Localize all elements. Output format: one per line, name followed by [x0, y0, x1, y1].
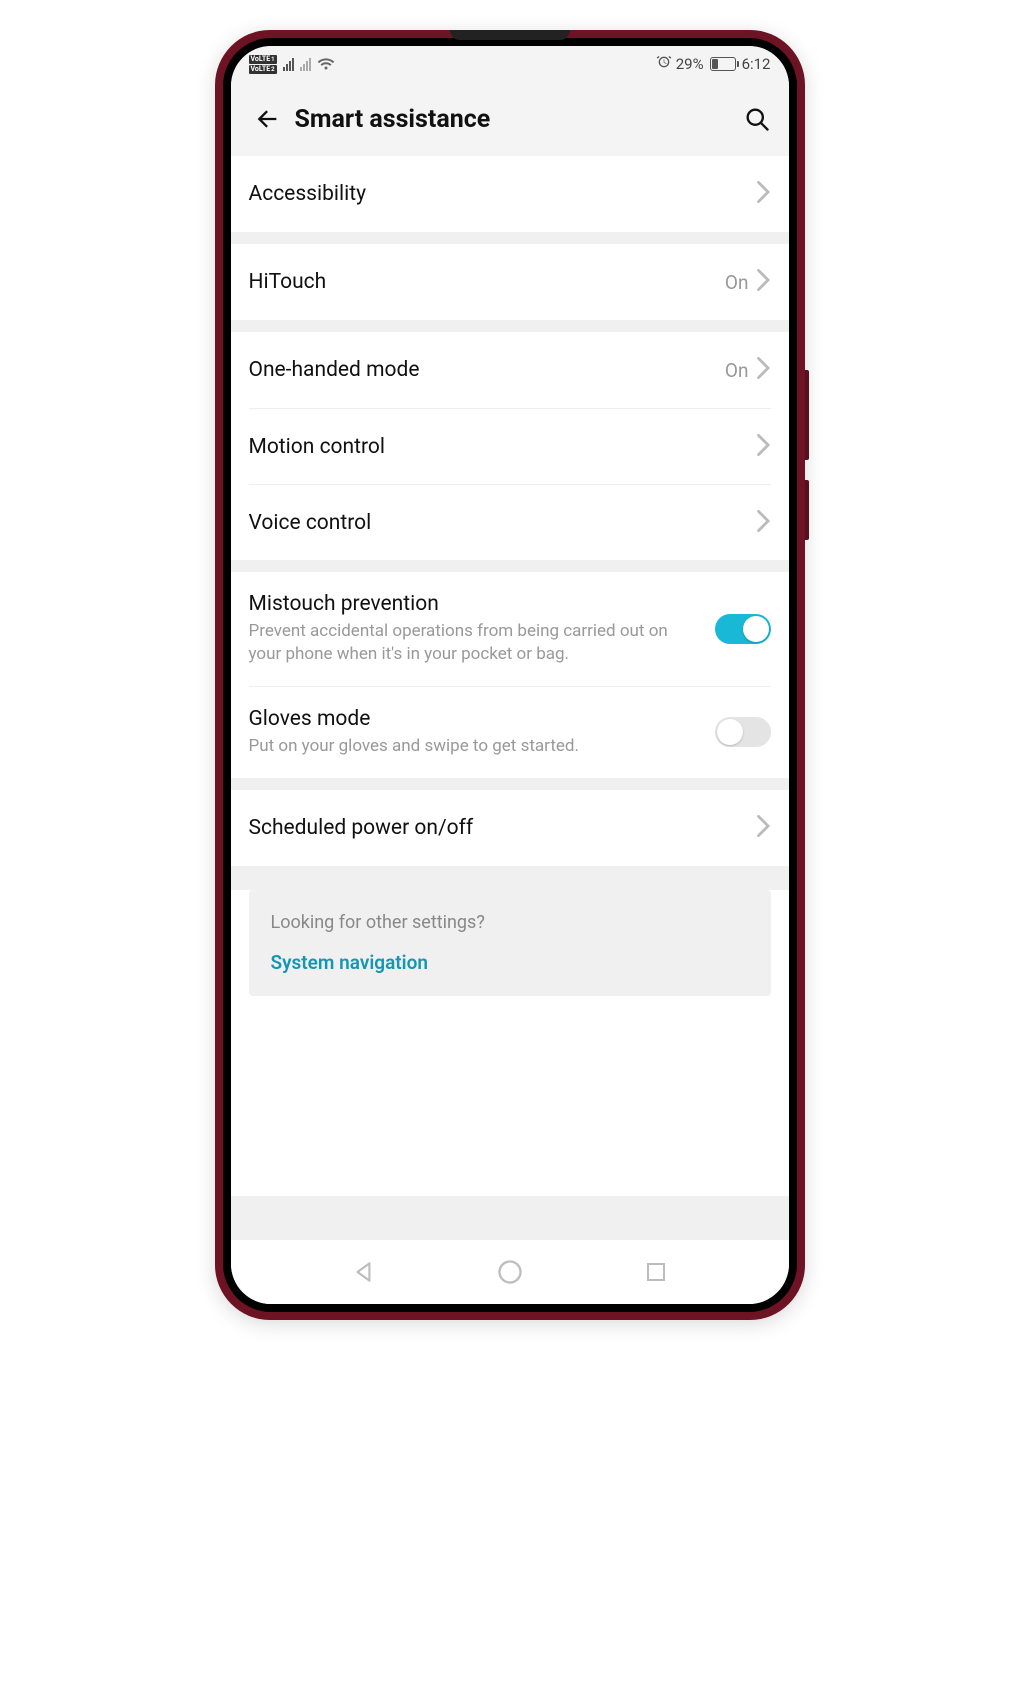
- power-button: [805, 480, 809, 540]
- row-gloves-mode: Gloves mode Put on your gloves and swipe…: [249, 686, 771, 778]
- clock: 6:12: [742, 55, 771, 73]
- nav-home-button[interactable]: [485, 1247, 535, 1297]
- other-settings-question: Looking for other settings?: [271, 912, 749, 933]
- row-hitouch[interactable]: HiTouch On: [231, 244, 789, 320]
- screen: VoLTE 1 VoLTE 2: [231, 46, 789, 1304]
- system-navigation-link[interactable]: System navigation: [271, 951, 749, 974]
- search-button[interactable]: [735, 97, 779, 141]
- app-header: Smart assistance: [231, 82, 789, 156]
- status-right: 29% 6:12: [656, 54, 771, 74]
- row-hitouch-label: HiTouch: [249, 270, 725, 294]
- volte-2-icon: VoLTE 2: [249, 65, 277, 74]
- alarm-icon: [656, 54, 672, 74]
- square-recents-icon: [644, 1260, 668, 1284]
- status-left: VoLTE 1 VoLTE 2: [249, 55, 335, 74]
- volte-2-sub: 2: [271, 65, 274, 74]
- volume-button: [805, 370, 809, 460]
- signal-2-icon: [300, 57, 311, 71]
- nav-back-button[interactable]: [339, 1247, 389, 1297]
- gloves-toggle[interactable]: [715, 717, 771, 747]
- row-voice-label: Voice control: [249, 511, 757, 535]
- row-accessibility[interactable]: Accessibility: [231, 156, 789, 232]
- phone-frame: VoLTE 1 VoLTE 2: [215, 30, 805, 1320]
- battery-percent: 29%: [676, 55, 704, 73]
- row-one-handed[interactable]: One-handed mode On: [231, 332, 789, 408]
- volte-1-sub: 1: [271, 55, 274, 64]
- back-button[interactable]: [245, 97, 289, 141]
- row-hitouch-value: On: [725, 271, 749, 294]
- row-mistouch-desc: Prevent accidental operations from being…: [249, 620, 701, 666]
- row-scheduled-power-label: Scheduled power on/off: [249, 816, 757, 840]
- chevron-right-icon: [757, 181, 771, 207]
- triangle-back-icon: [351, 1259, 377, 1285]
- circle-home-icon: [496, 1258, 524, 1286]
- volte-1-icon: VoLTE 1: [249, 55, 277, 64]
- content-scroll[interactable]: Accessibility HiTouch On One-handed: [231, 156, 789, 1240]
- nav-recents-button[interactable]: [631, 1247, 681, 1297]
- phone-bezel: VoLTE 1 VoLTE 2: [223, 38, 797, 1312]
- status-bar: VoLTE 1 VoLTE 2: [231, 46, 789, 82]
- row-gloves-desc: Put on your gloves and swipe to get star…: [249, 735, 701, 758]
- volte-indicators: VoLTE 1 VoLTE 2: [249, 55, 277, 74]
- page-title: Smart assistance: [295, 105, 735, 134]
- chevron-right-icon: [757, 434, 771, 460]
- row-accessibility-label: Accessibility: [249, 182, 757, 206]
- row-motion-control[interactable]: Motion control: [249, 408, 771, 484]
- row-one-handed-value: On: [725, 359, 749, 382]
- signal-1-icon: [283, 57, 294, 71]
- chevron-right-icon: [757, 357, 771, 383]
- volte-2-label: VoLTE: [251, 65, 271, 74]
- system-nav-bar: [231, 1240, 789, 1304]
- battery-icon: [710, 57, 736, 71]
- mistouch-toggle[interactable]: [715, 614, 771, 644]
- chevron-right-icon: [757, 815, 771, 841]
- row-scheduled-power[interactable]: Scheduled power on/off: [231, 790, 789, 866]
- phone-notch: [450, 30, 570, 40]
- row-mistouch-prevention: Mistouch prevention Prevent accidental o…: [231, 572, 789, 686]
- chevron-right-icon: [757, 510, 771, 536]
- row-one-handed-label: One-handed mode: [249, 358, 725, 382]
- wifi-icon: [317, 57, 335, 71]
- row-gloves-label: Gloves mode: [249, 707, 701, 731]
- search-icon: [743, 105, 771, 133]
- other-settings-card: Looking for other settings? System navig…: [249, 890, 771, 996]
- back-arrow-icon: [253, 105, 281, 133]
- chevron-right-icon: [757, 269, 771, 295]
- row-mistouch-label: Mistouch prevention: [249, 592, 701, 616]
- row-motion-label: Motion control: [249, 435, 757, 459]
- volte-1-label: VoLTE: [251, 55, 271, 64]
- row-voice-control[interactable]: Voice control: [249, 484, 771, 560]
